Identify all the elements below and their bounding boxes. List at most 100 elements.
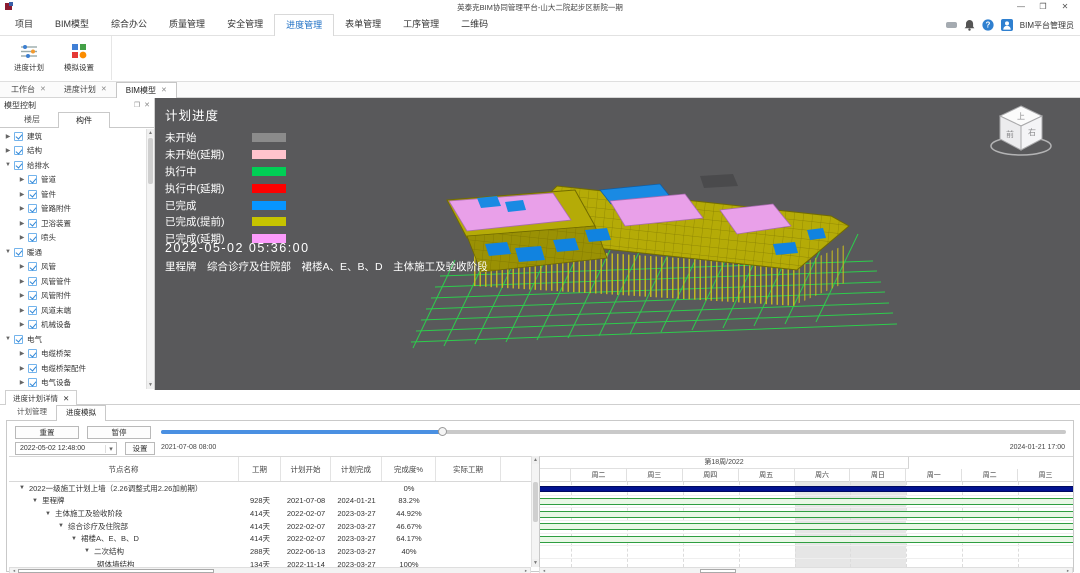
tree-item[interactable]: ▶电缆桥架: [0, 347, 146, 362]
checkbox[interactable]: [28, 320, 37, 329]
table-row[interactable]: ▼里程牌928天2021-07-082024-01-2183.2%: [9, 495, 531, 508]
cube-face-top[interactable]: 上: [1017, 112, 1025, 121]
workspace-tab[interactable]: 进度计划✕: [55, 82, 116, 97]
scroll-down-icon[interactable]: ▼: [532, 559, 539, 567]
gantt-hscrollbar[interactable]: ◂ ▸: [539, 567, 1073, 573]
expand-arrow-icon[interactable]: ▶: [18, 278, 26, 285]
collapse-arrow-icon[interactable]: ▼: [84, 548, 90, 554]
checkbox[interactable]: [28, 291, 37, 300]
menu-item[interactable]: 表单管理: [334, 14, 392, 35]
message-icon[interactable]: [946, 21, 957, 29]
collapse-arrow-icon[interactable]: ▼: [32, 498, 38, 504]
expand-arrow-icon[interactable]: ▶: [18, 292, 26, 299]
tree-scrollbar[interactable]: ▲ ▼: [146, 129, 154, 389]
scrollbar-thumb[interactable]: [533, 482, 538, 522]
checkbox[interactable]: [28, 233, 37, 242]
bell-icon[interactable]: [964, 19, 975, 31]
close-button[interactable]: ✕: [1054, 0, 1076, 13]
float-panel-icon[interactable]: ❐: [134, 101, 140, 109]
user-name[interactable]: BIM平台管理员: [1020, 20, 1074, 31]
tree-item[interactable]: ▶管件: [0, 187, 146, 202]
tree-item[interactable]: ▶管路附件: [0, 202, 146, 217]
checkbox[interactable]: [28, 219, 37, 228]
checkbox[interactable]: [28, 378, 37, 387]
checkbox[interactable]: [28, 190, 37, 199]
tree-item[interactable]: ▶电气设备: [0, 376, 146, 390]
collapse-arrow-icon[interactable]: ▼: [71, 536, 77, 542]
close-icon[interactable]: ✕: [40, 82, 46, 97]
expand-arrow-icon[interactable]: ▶: [4, 133, 12, 140]
tree-item[interactable]: ▶管道: [0, 173, 146, 188]
checkbox[interactable]: [28, 306, 37, 315]
table-row[interactable]: ▼综合诊疗及住院部414天2022-02-072023-03-2746.67%: [9, 520, 531, 533]
tree-item[interactable]: ▶结构: [0, 144, 146, 159]
menu-item[interactable]: 综合办公: [100, 14, 158, 35]
datetime-combobox[interactable]: 2022-05-02 12:48:00 ▾: [15, 442, 117, 455]
workspace-tab[interactable]: BIM模型✕: [116, 82, 177, 98]
model-panel-tab[interactable]: 构件: [58, 112, 110, 128]
collapse-arrow-icon[interactable]: ▼: [58, 523, 64, 529]
schedule-plan-button[interactable]: 进度计划: [4, 36, 54, 80]
gantt-bar-plan[interactable]: [540, 486, 1073, 492]
timeline-slider[interactable]: [161, 430, 1066, 434]
scroll-up-icon[interactable]: ▲: [147, 129, 154, 137]
simulation-settings-button[interactable]: 模拟设置: [54, 36, 104, 80]
checkbox[interactable]: [14, 161, 23, 170]
expand-arrow-icon[interactable]: ▼: [4, 162, 12, 168]
menu-item[interactable]: 项目: [4, 14, 44, 35]
checkbox[interactable]: [28, 364, 37, 373]
checkbox[interactable]: [28, 349, 37, 358]
tree-item[interactable]: ▶风道末端: [0, 303, 146, 318]
menu-item[interactable]: 二维码: [450, 14, 499, 35]
expand-arrow-icon[interactable]: ▶: [4, 147, 12, 154]
table-row[interactable]: ▼主体施工及验收阶段414天2022-02-072023-03-2744.92%: [9, 507, 531, 520]
subtab[interactable]: 计划管理: [8, 405, 56, 420]
tree-item[interactable]: ▶机械设备: [0, 318, 146, 333]
expand-arrow-icon[interactable]: ▶: [18, 379, 26, 386]
expand-arrow-icon[interactable]: ▶: [18, 350, 26, 357]
close-panel-icon[interactable]: ✕: [144, 101, 150, 109]
minimize-button[interactable]: —: [1010, 0, 1032, 13]
table-row[interactable]: ▼二次结构288天2022-06-132023-03-2740%: [9, 545, 531, 558]
expand-arrow-icon[interactable]: ▶: [18, 307, 26, 314]
model-panel-tab[interactable]: 楼层: [6, 112, 58, 127]
view-navigation-cube[interactable]: 上 前 右: [988, 102, 1062, 160]
table-scrollbar[interactable]: ▲ ▼: [531, 456, 539, 567]
chevron-down-icon[interactable]: ▾: [105, 445, 116, 453]
table-row[interactable]: ▼裙楼A、E、B、D414天2022-02-072023-03-2764.17%: [9, 533, 531, 546]
expand-arrow-icon[interactable]: ▶: [18, 263, 26, 270]
reset-button[interactable]: 重置: [15, 426, 79, 439]
scrollbar-thumb[interactable]: [148, 138, 153, 184]
checkbox[interactable]: [14, 146, 23, 155]
checkbox[interactable]: [28, 204, 37, 213]
cube-face-right[interactable]: 右: [1028, 127, 1036, 137]
collapse-arrow-icon[interactable]: ▼: [45, 511, 51, 517]
subtab[interactable]: 进度模拟: [56, 405, 106, 421]
cube-face-front[interactable]: 前: [1006, 129, 1014, 139]
scroll-up-icon[interactable]: ▲: [532, 456, 539, 464]
checkbox[interactable]: [14, 335, 23, 344]
menu-item[interactable]: 工序管理: [392, 14, 450, 35]
table-row[interactable]: 砌体墙结构134天2022-11-142023-03-27100%: [9, 558, 531, 567]
menu-item[interactable]: BIM模型: [44, 14, 100, 35]
menu-item[interactable]: 进度管理: [274, 14, 334, 36]
tree-item[interactable]: ▶风管: [0, 260, 146, 275]
tree-item[interactable]: ▼电气: [0, 332, 146, 347]
expand-arrow-icon[interactable]: ▶: [18, 234, 26, 241]
tree-item[interactable]: ▶建筑: [0, 129, 146, 144]
expand-arrow-icon[interactable]: ▶: [18, 365, 26, 372]
table-row[interactable]: ▼2022一级施工计划上墙（2.26调整式用2.26加前期）0%: [9, 482, 531, 495]
expand-arrow-icon[interactable]: ▶: [18, 191, 26, 198]
menu-item[interactable]: 质量管理: [158, 14, 216, 35]
close-icon[interactable]: ✕: [161, 83, 167, 98]
restore-button[interactable]: ❐: [1032, 0, 1054, 13]
scroll-down-icon[interactable]: ▼: [147, 381, 154, 389]
expand-arrow-icon[interactable]: ▶: [18, 220, 26, 227]
expand-arrow-icon[interactable]: ▶: [18, 176, 26, 183]
expand-arrow-icon[interactable]: ▶: [18, 205, 26, 212]
scrollbar-thumb[interactable]: [700, 569, 736, 573]
help-icon[interactable]: ?: [982, 19, 994, 31]
tree-item[interactable]: ▶电缆桥架配件: [0, 361, 146, 376]
scrollbar-thumb[interactable]: [18, 569, 214, 573]
expand-arrow-icon[interactable]: ▼: [4, 336, 12, 342]
